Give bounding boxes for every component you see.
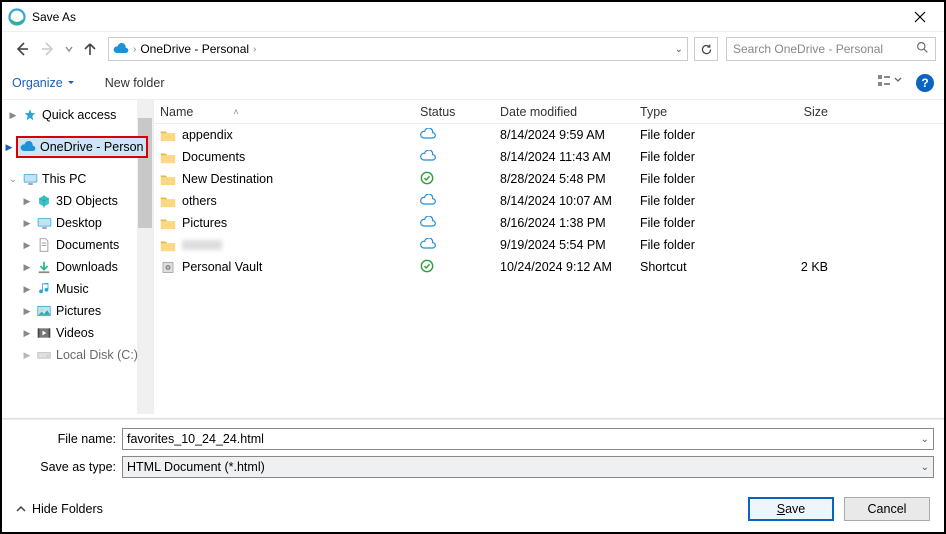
cloud-icon [420, 238, 436, 253]
file-row[interactable]: others8/14/2024 10:07 AMFile folder [154, 190, 944, 212]
file-row[interactable]: New Destination8/28/2024 5:48 PMFile fol… [154, 168, 944, 190]
tree-item-pictures[interactable]: ▶Pictures [2, 300, 153, 322]
tree-item-local-disk[interactable]: ▶Local Disk (C:) [2, 344, 153, 366]
title-bar: Save As [2, 2, 944, 32]
save-as-dialog: Save As › OneDrive - Personal › ⌄ [0, 0, 946, 534]
expand-icon[interactable]: ▶ [4, 142, 14, 153]
tree-item-quick-access[interactable]: ▶ Quick access [2, 104, 153, 126]
col-name[interactable]: Name˄ [160, 105, 420, 119]
tree-item-documents[interactable]: ▶Documents [2, 234, 153, 256]
file-list: Name˄ Status Date modified Type Size app… [154, 100, 944, 414]
cloud-icon [420, 150, 436, 165]
file-row[interactable]: appendix8/14/2024 9:59 AMFile folder [154, 124, 944, 146]
recent-dropdown[interactable] [62, 37, 76, 61]
chevron-up-icon [16, 504, 26, 514]
nav-row: › OneDrive - Personal › ⌄ Search OneDriv… [2, 32, 944, 66]
cloud-icon [113, 41, 129, 57]
tree-item-this-pc[interactable]: ⌄ This PC [2, 168, 153, 190]
footer: Hide Folders Save Cancel [2, 486, 944, 532]
tree-item-videos[interactable]: ▶Videos [2, 322, 153, 344]
file-row[interactable]: Documents8/14/2024 11:43 AMFile folder [154, 146, 944, 168]
cloud-icon [420, 128, 436, 143]
back-button[interactable] [10, 37, 34, 61]
star-icon [22, 107, 38, 123]
filename-input[interactable]: favorites_10_24_24.html ⌄ [122, 428, 934, 450]
tree-item-3d-objects[interactable]: ▶3D Objects [2, 190, 153, 212]
vault-icon [160, 259, 176, 275]
col-size[interactable]: Size [760, 105, 840, 119]
col-date[interactable]: Date modified [500, 105, 640, 119]
music-icon [36, 281, 52, 297]
column-headers: Name˄ Status Date modified Type Size [154, 100, 944, 124]
file-row[interactable]: 9/19/2024 5:54 PMFile folder [154, 234, 944, 256]
window-title: Save As [32, 10, 902, 24]
filetype-select[interactable]: HTML Document (*.html) ⌄ [122, 456, 934, 478]
app-icon [8, 8, 26, 26]
folder-icon [160, 127, 176, 143]
toolbar: Organize New folder ? [2, 66, 944, 100]
folder-icon [160, 215, 176, 231]
col-type[interactable]: Type [640, 105, 760, 119]
file-rows: appendix8/14/2024 9:59 AMFile folderDocu… [154, 124, 944, 414]
chevron-down-icon[interactable]: ⌄ [921, 462, 929, 473]
image-icon [36, 303, 52, 319]
cloud-icon [420, 194, 436, 209]
monitor-icon [22, 171, 38, 187]
download-icon [36, 259, 52, 275]
breadcrumb-location[interactable]: OneDrive - Personal [140, 42, 249, 56]
nav-tree: ▶ Quick access ▶ OneDrive - Person ⌄ [2, 100, 154, 414]
folder-icon [160, 171, 176, 187]
document-icon [36, 237, 52, 253]
video-icon [36, 325, 52, 341]
folder-icon [160, 149, 176, 165]
address-bar[interactable]: › OneDrive - Personal › ⌄ [108, 37, 688, 61]
synced-icon [420, 259, 434, 276]
chevron-right-icon: › [253, 44, 256, 55]
folder-icon [160, 237, 176, 253]
chevron-right-icon: › [133, 44, 136, 55]
file-row[interactable]: Pictures8/16/2024 1:38 PMFile folder [154, 212, 944, 234]
search-icon [916, 41, 929, 57]
hide-folders-button[interactable]: Hide Folders [16, 502, 103, 516]
filetype-label: Save as type: [12, 460, 122, 474]
body: ▶ Quick access ▶ OneDrive - Person ⌄ [2, 100, 944, 414]
view-controls: ? [878, 74, 934, 92]
expand-icon[interactable]: ▶ [8, 110, 18, 121]
tree-item-desktop[interactable]: ▶Desktop [2, 212, 153, 234]
up-button[interactable] [78, 37, 102, 61]
chevron-down-icon[interactable]: ⌄ [921, 434, 929, 445]
chevron-down-icon [67, 79, 75, 87]
help-button[interactable]: ? [916, 74, 934, 92]
new-folder-button[interactable]: New folder [105, 76, 165, 90]
col-status[interactable]: Status [420, 105, 500, 119]
drive-icon [36, 347, 52, 363]
sort-indicator: ˄ [233, 107, 238, 117]
tree-item-onedrive[interactable]: ▶ OneDrive - Person [2, 136, 153, 158]
forward-button[interactable] [36, 37, 60, 61]
cloud-icon [420, 216, 436, 231]
cloud-icon [20, 139, 36, 155]
address-dropdown[interactable]: ⌄ [675, 44, 683, 55]
monitor-icon [36, 215, 52, 231]
tree-item-downloads[interactable]: ▶Downloads [2, 256, 153, 278]
filename-label: File name: [12, 432, 122, 446]
close-button[interactable] [902, 2, 938, 31]
refresh-button[interactable] [694, 37, 718, 61]
tree-item-music[interactable]: ▶Music [2, 278, 153, 300]
view-mode-button[interactable] [878, 74, 902, 91]
collapse-icon[interactable]: ⌄ [8, 174, 18, 185]
cancel-button[interactable]: Cancel [844, 497, 930, 521]
search-placeholder: Search OneDrive - Personal [733, 42, 883, 56]
save-button[interactable]: Save [748, 497, 834, 521]
synced-icon [420, 171, 434, 188]
file-fields: File name: favorites_10_24_24.html ⌄ Sav… [2, 419, 944, 486]
file-row[interactable]: Personal Vault10/24/2024 9:12 AMShortcut… [154, 256, 944, 278]
folder-icon [160, 193, 176, 209]
save-accelerator: S [777, 502, 785, 516]
search-input[interactable]: Search OneDrive - Personal [726, 37, 936, 61]
organize-menu[interactable]: Organize [12, 76, 75, 90]
cube-icon [36, 193, 52, 209]
